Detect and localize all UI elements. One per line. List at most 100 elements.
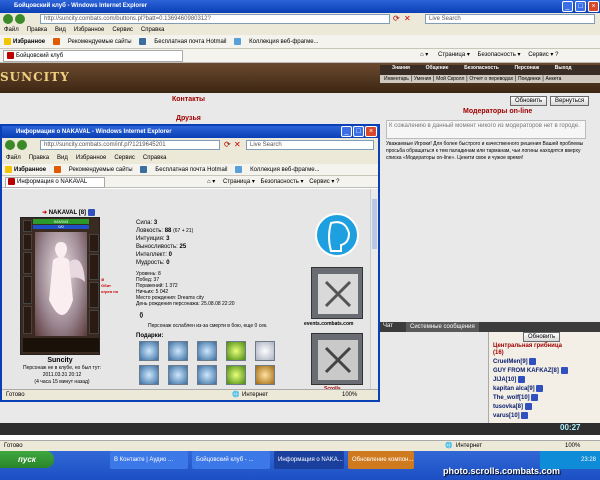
player-item[interactable]: kapitan alca[9] <box>493 385 570 394</box>
back-button[interactable]: Вернуться <box>550 96 590 106</box>
gloves-slot[interactable] <box>89 234 99 252</box>
taskbar-item-club[interactable]: Бойцовский клуб - ... <box>192 451 270 469</box>
shield-slot[interactable] <box>89 254 99 280</box>
popup-menu-tools[interactable]: Сервис <box>114 155 135 161</box>
menu-file[interactable]: Файл <box>4 27 19 33</box>
popup-fav-recommended[interactable]: Рекомендуемые сайты <box>53 165 133 173</box>
home-icon[interactable]: ⌂ ▾ <box>420 52 428 58</box>
room-refresh-button[interactable]: Обновить <box>523 332 561 342</box>
popup-menu-favorites[interactable]: Избранное <box>76 155 106 161</box>
menu-favorites[interactable]: Избранное <box>74 27 104 33</box>
popup-close-button[interactable]: × <box>365 126 377 137</box>
ring-slot[interactable] <box>89 282 99 308</box>
scrolls-banner-icon[interactable] <box>311 333 363 385</box>
popup-favorites-button[interactable]: Избранное <box>5 165 46 173</box>
popup-menu-file[interactable]: Файл <box>6 155 21 161</box>
menu-tools[interactable]: Сервис <box>112 27 133 33</box>
nav-exit[interactable]: Выход <box>555 65 572 71</box>
popup-minimize-button[interactable]: _ <box>341 126 352 137</box>
nav-profile[interactable]: Анкета <box>545 76 561 82</box>
player-item[interactable]: varus[10] <box>493 412 570 421</box>
armor-slot[interactable] <box>23 306 32 334</box>
boots-slot[interactable] <box>89 310 99 334</box>
popup-address-bar[interactable]: http://suncity.combats.com/inf.pl?121964… <box>40 140 220 150</box>
popup-help-icon[interactable]: ? <box>336 179 339 185</box>
weapon-slot[interactable] <box>23 276 32 304</box>
popup-zoom[interactable]: 100% <box>342 390 357 400</box>
fav-link-collection[interactable]: Коллекция веб-фрагме... <box>234 37 319 45</box>
helmet-slot[interactable] <box>23 220 32 232</box>
player-item[interactable]: tusovka[8] <box>493 403 570 412</box>
popup-fav-hotmail[interactable]: Бесплатная почта Hotmail <box>140 165 227 173</box>
main-zoom[interactable]: 100% <box>565 441 580 451</box>
gift-item[interactable] <box>139 341 159 361</box>
contacts-link[interactable]: Контакты <box>172 96 205 103</box>
events-banner-icon[interactable] <box>311 267 363 319</box>
amulet-slot[interactable] <box>23 252 32 274</box>
close-button[interactable]: × <box>588 1 599 12</box>
popup-stop-icon[interactable]: ✕ <box>234 140 241 149</box>
popup-page-menu[interactable]: Страница <box>223 179 250 185</box>
belt-slots[interactable] <box>23 338 99 352</box>
gift-item[interactable] <box>226 365 246 385</box>
taskbar-item-vk[interactable]: В Контакте | Аудио ... <box>110 451 188 469</box>
tools-menu[interactable]: Сервис <box>528 52 549 58</box>
fav-link-hotmail[interactable]: Бесплатная почта Hotmail <box>139 37 226 45</box>
events-site-label[interactable]: events.combats.com <box>304 321 353 327</box>
menu-view[interactable]: Вид <box>55 27 66 33</box>
tab-chat[interactable]: Чат <box>383 323 393 329</box>
scroll-thumb[interactable] <box>372 199 377 249</box>
taskbar-item-info[interactable]: Информация о NAKA... <box>274 451 344 469</box>
gift-item[interactable] <box>255 341 275 361</box>
popup-security-menu[interactable]: Безопасность <box>261 179 299 185</box>
head-badge-icon[interactable] <box>315 213 359 257</box>
popup-home-icon[interactable]: ⌂ ▾ <box>207 179 215 185</box>
maximize-button[interactable]: □ <box>575 1 586 12</box>
popup-tab[interactable]: Информация о NAKAVAL <box>5 177 105 188</box>
nav-inventory[interactable]: Инвентарь <box>384 76 409 82</box>
gift-item[interactable] <box>139 365 159 385</box>
popup-menu-help[interactable]: Справка <box>143 155 167 161</box>
stop-icon[interactable]: ✕ <box>404 14 411 23</box>
earring-slot[interactable] <box>23 234 32 250</box>
popup-maximize-button[interactable]: □ <box>353 126 364 137</box>
help-icon[interactable]: ? <box>555 52 558 58</box>
player-item[interactable]: CruelMen[9] <box>493 358 570 367</box>
popup-back-icon[interactable] <box>5 140 15 150</box>
popup-fav-collection[interactable]: Коллекция веб-фрагме... <box>235 165 320 173</box>
popup-scrollbar[interactable] <box>370 189 378 389</box>
search-input[interactable]: Live Search <box>425 14 595 24</box>
address-bar[interactable]: http://suncity.combats.com/buttons.pl?ba… <box>40 14 390 24</box>
back-icon[interactable] <box>3 14 13 24</box>
nav-battles[interactable]: Поединки <box>518 76 541 82</box>
refresh-icon[interactable]: ⟳ <box>393 14 400 23</box>
popup-refresh-icon[interactable]: ⟳ <box>224 140 231 149</box>
refresh-button[interactable]: Обновить <box>510 96 548 106</box>
player-item[interactable]: JIJA[10] <box>493 376 570 385</box>
security-menu[interactable]: Безопасность <box>478 52 516 58</box>
info-icon[interactable] <box>87 209 95 216</box>
fav-link-recommended[interactable]: Рекомендуемые сайты <box>52 37 132 45</box>
page-menu[interactable]: Страница <box>438 52 465 58</box>
gift-item[interactable] <box>197 365 217 385</box>
popup-search-input[interactable]: Live Search <box>246 140 374 150</box>
forward-icon[interactable] <box>15 14 25 24</box>
gift-item[interactable] <box>197 341 217 361</box>
favorites-button[interactable]: Избранное <box>4 37 45 45</box>
nav-character[interactable]: Персонаж <box>515 65 540 71</box>
tab-fightclub[interactable]: Бойцовский клуб <box>3 50 183 62</box>
start-button[interactable]: пуск <box>0 451 54 468</box>
tab-system-messages[interactable]: Системные сообщения <box>406 322 479 332</box>
popup-tools-menu[interactable]: Сервис <box>309 179 330 185</box>
gift-item[interactable] <box>226 341 246 361</box>
nav-security[interactable]: Безопасность <box>464 65 499 71</box>
nav-myscroll[interactable]: Мой Скролл <box>436 76 464 82</box>
player-item[interactable]: GUY FROM KAFKAZ[8] <box>493 367 570 376</box>
minimize-button[interactable]: _ <box>562 1 573 12</box>
popup-menu-edit[interactable]: Правка <box>29 155 49 161</box>
player-item[interactable]: The_wolf[10] <box>493 394 570 403</box>
nav-skills[interactable]: Умения <box>414 76 431 82</box>
popup-menu-view[interactable]: Вид <box>57 155 68 161</box>
gift-item[interactable] <box>255 365 275 385</box>
friends-link[interactable]: Друзья <box>176 115 201 122</box>
